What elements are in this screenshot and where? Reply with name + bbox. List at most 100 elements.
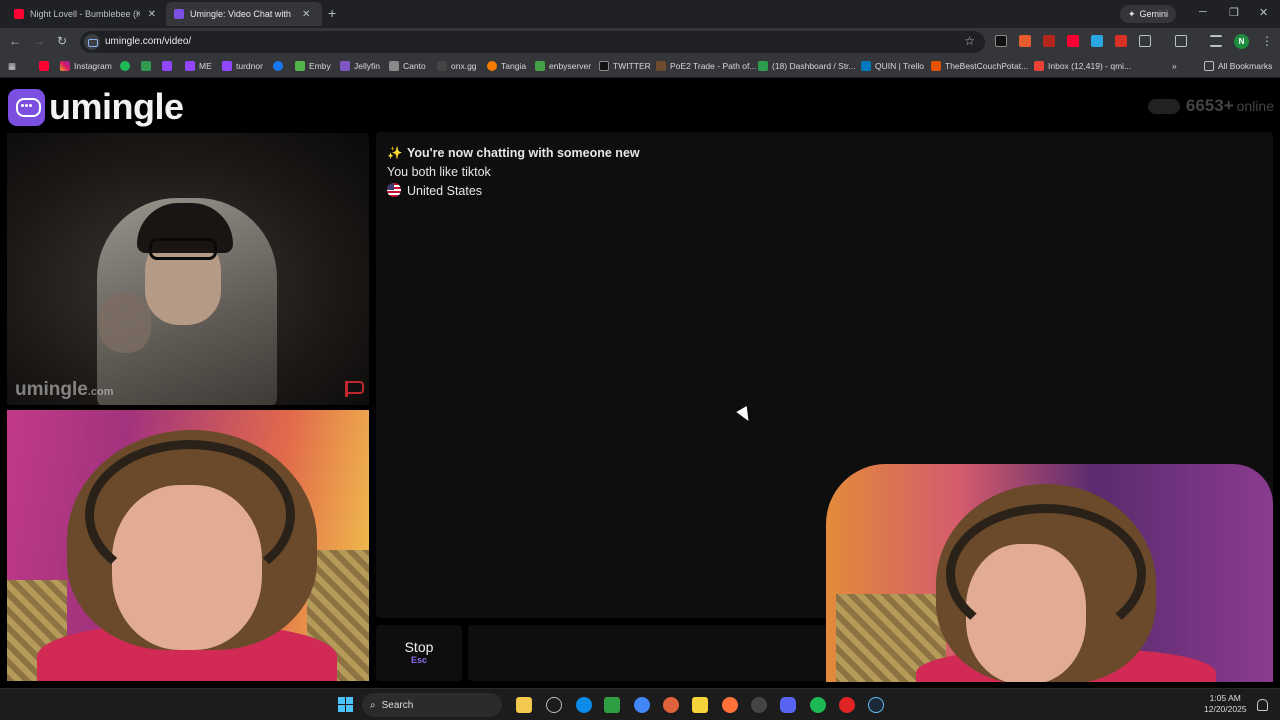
more-bookmarks-icon[interactable]: » <box>1172 61 1177 71</box>
report-flag-icon[interactable] <box>345 381 364 397</box>
bookmark-inbox[interactable]: Inbox (12,419) - qmi... <box>1034 61 1131 71</box>
site-info-icon[interactable] <box>84 34 100 50</box>
extension-youtube-icon[interactable] <box>1067 35 1079 47</box>
sticky-notes-icon[interactable] <box>692 697 708 713</box>
extension-red-icon[interactable] <box>1043 35 1055 47</box>
bookmark-trello[interactable]: QUIN | Trello <box>861 61 924 71</box>
online-count: 6653+ <box>1185 96 1234 115</box>
bookmark-dashboard[interactable]: (18) Dashboard / Str... <box>758 61 856 71</box>
taskbar-search[interactable]: ⌕ Search <box>362 693 502 717</box>
browser-toolbar: ← → ↻ umingle.com/video/ ☆ N ⋮ <box>0 28 1280 56</box>
logo-text: umingle <box>49 86 184 127</box>
restore-icon[interactable]: ❐ <box>1229 6 1239 19</box>
onx-icon <box>437 61 447 71</box>
chat-bubble-icon <box>8 88 45 126</box>
umingle-logo[interactable]: umingle <box>8 86 184 128</box>
bookmark-twitter[interactable]: TWITTER <box>599 61 651 71</box>
bookmark-me[interactable]: ME <box>185 61 212 71</box>
tab-youtube[interactable]: Night Lovell - Bumblebee (KEIF ✕ <box>6 2 164 26</box>
system-message: ✨ You're now chatting with someone new <box>387 146 640 160</box>
extension-blue-icon[interactable] <box>1091 35 1103 47</box>
play-icon[interactable] <box>604 697 620 713</box>
reload-icon[interactable]: ↻ <box>57 34 67 48</box>
twitch-icon <box>162 61 172 71</box>
url-text[interactable]: umingle.com/video/ <box>105 36 191 47</box>
bookmark-enbyserver[interactable]: enbyserver <box>535 61 591 71</box>
apps-grid-icon[interactable]: ▦ <box>8 61 16 72</box>
country-message: United States <box>387 183 482 198</box>
bookmark-green[interactable] <box>141 61 155 71</box>
obs-icon[interactable] <box>546 697 562 713</box>
profile-avatar[interactable]: N <box>1234 34 1249 49</box>
emby-icon <box>295 61 305 71</box>
jellyfin-icon <box>340 61 350 71</box>
address-bar[interactable]: umingle.com/video/ ☆ <box>80 31 985 53</box>
media-controls-icon[interactable] <box>1210 35 1222 47</box>
stop-label: Stop <box>404 639 434 655</box>
trello-icon <box>861 61 871 71</box>
system-clock[interactable]: 1:05 AM 12/20/2025 <box>1204 693 1247 715</box>
bookmark-tangia[interactable]: Tangia <box>487 61 526 71</box>
back-icon[interactable]: ← <box>9 34 21 48</box>
discord-icon[interactable] <box>780 697 796 713</box>
new-tab-button[interactable]: + <box>328 5 336 21</box>
extensions-puzzle-icon[interactable] <box>1139 35 1151 47</box>
forward-icon[interactable]: → <box>33 34 45 48</box>
chrome-icon[interactable] <box>634 697 650 713</box>
extension-tag-icon[interactable] <box>1115 35 1127 47</box>
app-icon[interactable] <box>751 697 767 713</box>
x-icon <box>599 61 609 71</box>
windows-start-icon[interactable] <box>338 697 353 712</box>
file-explorer-icon[interactable] <box>516 697 532 713</box>
close-tab-icon[interactable]: ✕ <box>302 9 310 20</box>
recorder-icon[interactable] <box>839 697 855 713</box>
bookmark-facebook[interactable] <box>273 61 287 71</box>
spotify-icon[interactable] <box>810 697 826 713</box>
clock-date: 12/20/2025 <box>1204 704 1247 714</box>
online-counter: 6653+ online <box>1147 96 1274 116</box>
umingle-page: umingle 6653+ online umingle.com ✨ You'r… <box>0 78 1280 688</box>
notification-bell-icon[interactable] <box>1257 699 1268 711</box>
browser-menu-icon[interactable]: ⋮ <box>1261 34 1273 48</box>
game-icon[interactable] <box>663 697 679 713</box>
gemini-icon: ✦ <box>1128 8 1136 19</box>
gemini-button[interactable]: ✦ Gemini <box>1120 5 1177 23</box>
close-window-icon[interactable]: ✕ <box>1259 6 1268 19</box>
self-preview-video <box>826 464 1273 682</box>
windows-taskbar: ⌕ Search 1:05 AM 12/20/2025 <box>0 688 1280 720</box>
us-flag-icon <box>387 183 401 197</box>
bookmark-jellyfin[interactable]: Jellyfin <box>340 61 380 71</box>
steam-icon[interactable] <box>868 697 884 713</box>
firefox-icon[interactable] <box>722 697 738 713</box>
bookmark-instagram[interactable]: Instagram <box>60 61 112 71</box>
common-interest-message: You both like tiktok <box>387 165 491 179</box>
twitch-icon <box>222 61 232 71</box>
bookmark-onx[interactable]: onx.gg <box>437 61 477 71</box>
self-video <box>7 410 369 681</box>
video-watermark: umingle.com <box>15 379 114 400</box>
message-input[interactable] <box>468 625 868 681</box>
stop-button[interactable]: Stop Esc <box>376 625 462 681</box>
minimize-icon[interactable]: ─ <box>1199 6 1207 18</box>
bookmark-emby[interactable]: Emby <box>295 61 331 71</box>
all-bookmarks[interactable]: All Bookmarks <box>1204 61 1272 71</box>
edge-icon[interactable] <box>576 697 592 713</box>
bookmark-turdnor[interactable]: turdnor <box>222 61 263 71</box>
bookmark-canto[interactable]: Canto <box>389 61 426 71</box>
youtube-icon <box>39 61 49 71</box>
dashboard-icon <box>758 61 768 71</box>
bookmark-spotify[interactable] <box>120 61 134 71</box>
tab-umingle[interactable]: Umingle: Video Chat with S ✕ <box>166 2 322 26</box>
bookmark-couchpotato[interactable]: TheBestCouchPotat... <box>931 61 1028 71</box>
cast-icon[interactable] <box>1175 35 1187 47</box>
sparkles-icon: ✨ <box>387 146 403 160</box>
bookmark-youtube[interactable] <box>39 61 53 71</box>
bookmark-star-icon[interactable]: ☆ <box>964 34 975 48</box>
bookmark-twitch[interactable] <box>162 61 176 71</box>
close-tab-icon[interactable]: ✕ <box>148 9 156 20</box>
extension-fox-icon[interactable] <box>1019 35 1031 47</box>
gmail-icon <box>1034 61 1044 71</box>
bookmark-poe2[interactable]: PoE2 Trade - Path of... <box>656 61 756 71</box>
extension-k-icon[interactable] <box>995 35 1007 47</box>
online-toggle[interactable] <box>1147 98 1180 114</box>
